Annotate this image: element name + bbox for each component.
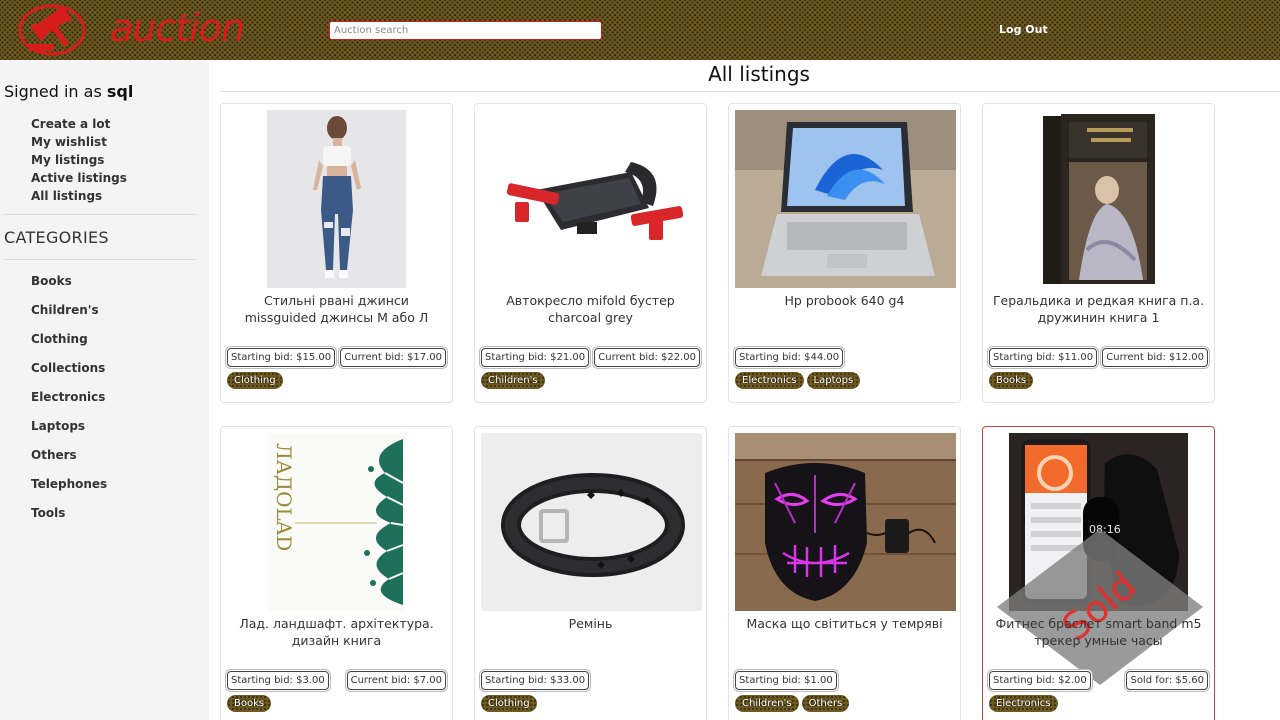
category-tag[interactable]: Books xyxy=(227,695,272,712)
listing-title[interactable]: Фитнес браслет smart band m5 трекер умны… xyxy=(989,615,1208,649)
category-tag[interactable]: Children's xyxy=(735,695,799,712)
logout-link[interactable]: Log Out xyxy=(999,23,1048,36)
tag-list: Children's Others xyxy=(735,695,850,712)
tag-list: Clothing xyxy=(227,372,283,389)
category-others[interactable]: Others xyxy=(31,446,107,475)
menu-create-lot[interactable]: Create a lot xyxy=(31,115,127,133)
category-tag[interactable]: Children's xyxy=(481,372,545,389)
starting-bid: Starting bid: $15.00 xyxy=(227,348,336,367)
led-mask-photo[interactable] xyxy=(735,433,956,611)
category-childrens[interactable]: Children's xyxy=(31,301,107,330)
listing-card[interactable]: ЛАДОLAD Лад. ландшафт. архітектура. диза… xyxy=(220,426,453,720)
menu-all-listings[interactable]: All listings xyxy=(31,187,127,205)
tag-list: Books xyxy=(989,372,1034,389)
category-tag[interactable]: Electronics xyxy=(989,695,1058,712)
current-bid: Current bid: $17.00 xyxy=(340,348,446,367)
listing-card-sold[interactable]: 08:16 Sold Фитнес браслет smart band m5 … xyxy=(982,426,1215,720)
listing-card[interactable]: Геральдика и редкая книга п.а. дружинин … xyxy=(982,103,1215,403)
tag-list: Children's xyxy=(481,372,545,389)
category-tag[interactable]: Electronics xyxy=(735,372,804,389)
smart-band-photo[interactable]: 08:16 xyxy=(1009,433,1188,611)
tag-list: Electronics xyxy=(989,695,1058,712)
listing-card[interactable]: Hp probook 640 g4 Starting bid: $44.00 E… xyxy=(728,103,961,403)
listing-card[interactable]: Автокресло mifold бустер charcoal grey S… xyxy=(474,103,707,403)
starting-bid: Starting bid: $21.00 xyxy=(481,348,590,367)
categories-list: Books Children's Clothing Collections El… xyxy=(31,272,107,533)
signed-in-prefix: Signed in as xyxy=(4,82,102,101)
menu-my-wishlist[interactable]: My wishlist xyxy=(31,133,127,151)
listing-title[interactable]: Ремінь xyxy=(481,615,700,632)
listing-card[interactable]: Маска що світиться у темряві Starting bi… xyxy=(728,426,961,720)
categories-title: CATEGORIES xyxy=(4,228,109,247)
current-bid: Current bid: $12.00 xyxy=(1102,348,1208,367)
starting-bid: Starting bid: $44.00 xyxy=(735,348,844,367)
sidebar-divider xyxy=(4,214,196,215)
category-tools[interactable]: Tools xyxy=(31,504,107,533)
svg-text:ЛАДОLAD: ЛАДОLAD xyxy=(272,443,296,551)
category-tag[interactable]: Clothing xyxy=(227,372,283,389)
category-electronics[interactable]: Electronics xyxy=(31,388,107,417)
sidebar: Signed in as sql Create a lot My wishlis… xyxy=(0,60,209,720)
listing-title[interactable]: Лад. ландшафт. архітектура. дизайн книга xyxy=(227,615,446,649)
book-cover-photo[interactable]: ЛАДОLAD xyxy=(267,433,406,611)
account-menu: Create a lot My wishlist My listings Act… xyxy=(31,115,127,205)
listing-title[interactable]: Стильні рвані джинси missguided джинсы М… xyxy=(227,292,446,326)
starting-bid: Starting bid: $1.00 xyxy=(735,671,837,690)
listing-card[interactable]: Ремінь Starting bid: $33.00 Clothing xyxy=(474,426,707,720)
jeans-photo[interactable] xyxy=(267,110,406,288)
current-bid: Current bid: $22.00 xyxy=(594,348,700,367)
starting-bid: Starting bid: $11.00 xyxy=(989,348,1098,367)
category-collections[interactable]: Collections xyxy=(31,359,107,388)
menu-active-listings[interactable]: Active listings xyxy=(31,169,127,187)
tag-list: Clothing xyxy=(481,695,537,712)
logo-text: auction xyxy=(110,6,245,50)
category-tag[interactable]: Clothing xyxy=(481,695,537,712)
signed-in-text: Signed in as sql xyxy=(4,82,133,101)
top-header: auction Log Out xyxy=(0,0,1280,60)
listing-card[interactable]: Стильні рвані джинси missguided джинсы М… xyxy=(220,103,453,403)
sold-price: Sold for: $5.60 xyxy=(1126,671,1208,690)
listing-title[interactable]: Автокресло mifold бустер charcoal grey xyxy=(481,292,700,326)
listing-title[interactable]: Маска що світиться у темряві xyxy=(735,615,954,632)
site-logo[interactable]: auction xyxy=(18,2,245,58)
current-bid: Current bid: $7.00 xyxy=(346,671,446,690)
starting-bid: Starting bid: $33.00 xyxy=(481,671,590,690)
username: sql xyxy=(106,82,134,101)
belt-photo[interactable] xyxy=(481,433,702,611)
sidebar-divider xyxy=(4,259,196,260)
tag-list: Electronics Laptops xyxy=(735,372,861,389)
menu-my-listings[interactable]: My listings xyxy=(31,151,127,169)
listing-title[interactable]: Hp probook 640 g4 xyxy=(735,292,954,309)
category-books[interactable]: Books xyxy=(31,272,107,301)
category-tag[interactable]: Others xyxy=(801,695,850,712)
category-telephones[interactable]: Telephones xyxy=(31,475,107,504)
category-tag[interactable]: Laptops xyxy=(806,372,861,389)
search-input[interactable] xyxy=(329,21,602,40)
category-clothing[interactable]: Clothing xyxy=(31,330,107,359)
category-tag[interactable]: Books xyxy=(989,372,1034,389)
tag-list: Books xyxy=(227,695,272,712)
title-divider xyxy=(220,91,1280,92)
starting-bid: Starting bid: $3.00 xyxy=(227,671,329,690)
car-seat-photo[interactable] xyxy=(481,110,702,288)
svg-text:08:16: 08:16 xyxy=(1089,523,1121,536)
starting-bid: Starting bid: $2.00 xyxy=(989,671,1091,690)
category-laptops[interactable]: Laptops xyxy=(31,417,107,446)
laptop-photo[interactable] xyxy=(735,110,956,288)
page-title: All listings xyxy=(708,62,810,86)
book-photo[interactable] xyxy=(1043,110,1155,288)
gavel-icon xyxy=(18,4,86,56)
listing-title[interactable]: Геральдика и редкая книга п.а. дружинин … xyxy=(989,292,1208,326)
